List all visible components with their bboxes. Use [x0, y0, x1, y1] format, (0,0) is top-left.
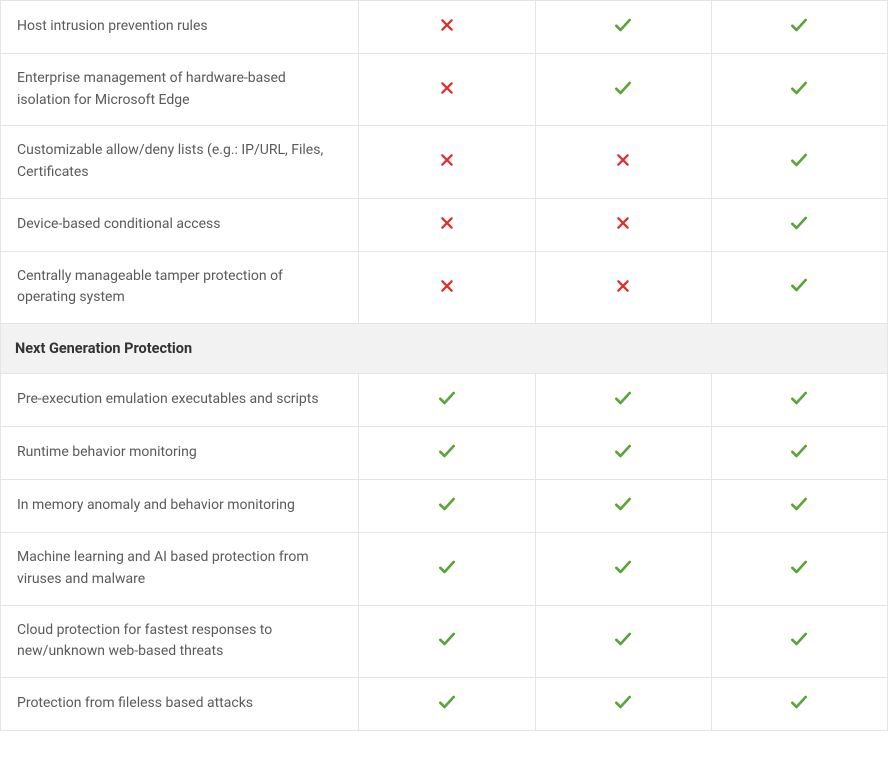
check-icon — [789, 213, 809, 237]
check-icon — [613, 15, 633, 39]
feature-status-col-2 — [535, 533, 711, 605]
feature-status-col-2 — [535, 427, 711, 480]
check-icon — [789, 441, 809, 465]
feature-status-col-2 — [535, 251, 711, 323]
feature-status-col-1 — [359, 126, 535, 198]
table-row: Centrally manageable tamper protection o… — [1, 251, 888, 323]
table-row: Device-based conditional access — [1, 198, 888, 251]
check-icon — [613, 388, 633, 412]
feature-status-col-3 — [711, 605, 887, 677]
table-row: Host intrusion prevention rules — [1, 1, 888, 54]
feature-comparison-table: Host intrusion prevention rulesEnterpris… — [0, 0, 888, 731]
feature-status-col-2 — [535, 374, 711, 427]
table-row: Enterprise management of hardware-based … — [1, 54, 888, 126]
check-icon — [789, 494, 809, 518]
check-icon — [789, 78, 809, 102]
table-row: Runtime behavior monitoring — [1, 427, 888, 480]
check-icon — [437, 494, 457, 518]
feature-status-col-3 — [711, 427, 887, 480]
check-icon — [789, 150, 809, 174]
cross-icon — [439, 278, 455, 298]
check-icon — [613, 692, 633, 716]
cross-icon — [615, 278, 631, 298]
feature-status-col-3 — [711, 480, 887, 533]
check-icon — [437, 441, 457, 465]
check-icon — [437, 388, 457, 412]
feature-status-col-1 — [359, 1, 535, 54]
check-icon — [437, 629, 457, 653]
feature-status-col-2 — [535, 126, 711, 198]
table-row: Machine learning and AI based protection… — [1, 533, 888, 605]
cross-icon — [439, 215, 455, 235]
feature-status-col-3 — [711, 1, 887, 54]
check-icon — [789, 629, 809, 653]
feature-label: Device-based conditional access — [1, 198, 359, 251]
feature-label: Enterprise management of hardware-based … — [1, 54, 359, 126]
cross-icon — [615, 152, 631, 172]
check-icon — [789, 275, 809, 299]
section-header-label: Next Generation Protection — [1, 324, 888, 374]
table-row: Pre-execution emulation executables and … — [1, 374, 888, 427]
check-icon — [789, 557, 809, 581]
check-icon — [789, 692, 809, 716]
feature-label: Protection from fileless based attacks — [1, 677, 359, 730]
table-row: Protection from fileless based attacks — [1, 677, 888, 730]
check-icon — [613, 557, 633, 581]
feature-status-col-1 — [359, 605, 535, 677]
feature-status-col-2 — [535, 605, 711, 677]
check-icon — [613, 494, 633, 518]
check-icon — [613, 78, 633, 102]
check-icon — [613, 629, 633, 653]
table-row: Customizable allow/deny lists (e.g.: IP/… — [1, 126, 888, 198]
table-row: In memory anomaly and behavior monitorin… — [1, 480, 888, 533]
feature-label: Customizable allow/deny lists (e.g.: IP/… — [1, 126, 359, 198]
cross-icon — [439, 152, 455, 172]
feature-label: Machine learning and AI based protection… — [1, 533, 359, 605]
feature-status-col-2 — [535, 54, 711, 126]
feature-status-col-1 — [359, 54, 535, 126]
feature-status-col-1 — [359, 427, 535, 480]
table-row: Cloud protection for fastest responses t… — [1, 605, 888, 677]
feature-status-col-1 — [359, 374, 535, 427]
feature-label: In memory anomaly and behavior monitorin… — [1, 480, 359, 533]
check-icon — [437, 692, 457, 716]
cross-icon — [615, 215, 631, 235]
feature-status-col-1 — [359, 533, 535, 605]
feature-status-col-3 — [711, 251, 887, 323]
check-icon — [789, 15, 809, 39]
feature-status-col-2 — [535, 198, 711, 251]
feature-status-col-3 — [711, 533, 887, 605]
cross-icon — [439, 80, 455, 100]
feature-label: Centrally manageable tamper protection o… — [1, 251, 359, 323]
feature-label: Runtime behavior monitoring — [1, 427, 359, 480]
cross-icon — [439, 17, 455, 37]
feature-status-col-1 — [359, 480, 535, 533]
feature-status-col-2 — [535, 480, 711, 533]
feature-status-col-1 — [359, 198, 535, 251]
feature-status-col-1 — [359, 677, 535, 730]
feature-status-col-2 — [535, 677, 711, 730]
feature-label: Cloud protection for fastest responses t… — [1, 605, 359, 677]
feature-status-col-3 — [711, 198, 887, 251]
feature-status-col-2 — [535, 1, 711, 54]
feature-status-col-3 — [711, 374, 887, 427]
feature-label: Host intrusion prevention rules — [1, 1, 359, 54]
feature-status-col-3 — [711, 126, 887, 198]
check-icon — [789, 388, 809, 412]
feature-label: Pre-execution emulation executables and … — [1, 374, 359, 427]
check-icon — [437, 557, 457, 581]
feature-status-col-3 — [711, 54, 887, 126]
feature-status-col-3 — [711, 677, 887, 730]
feature-status-col-1 — [359, 251, 535, 323]
section-header-row: Next Generation Protection — [1, 324, 888, 374]
check-icon — [613, 441, 633, 465]
